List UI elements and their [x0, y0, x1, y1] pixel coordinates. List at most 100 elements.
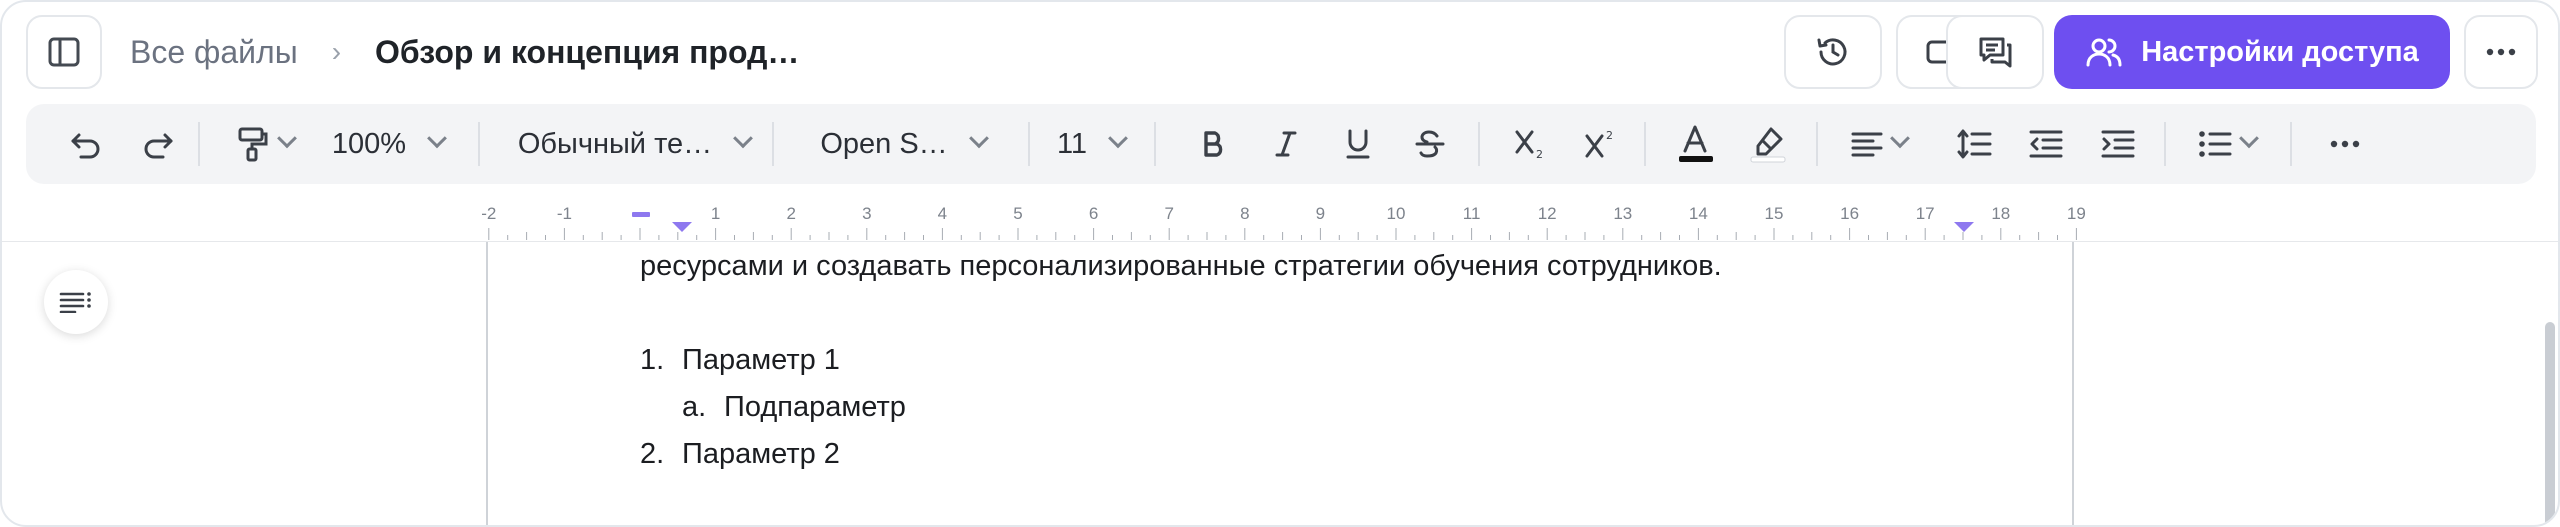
document-outline-button[interactable]	[44, 270, 108, 334]
ruler-number: 13	[1613, 204, 1633, 223]
comments-button[interactable]	[1946, 15, 2044, 89]
toolbar-divider	[772, 122, 774, 166]
more-icon	[2330, 140, 2360, 148]
font-size-value: 11	[1056, 127, 1088, 160]
redo-icon	[144, 133, 173, 159]
list-style-select[interactable]	[2184, 104, 2270, 184]
history-icon	[1817, 38, 1847, 66]
list-item[interactable]: 1. Параметр 1	[640, 344, 840, 377]
ruler-number: 14	[1688, 204, 1708, 223]
highlighter-icon	[1750, 127, 1786, 163]
paragraph[interactable]: ресурсами и создавать персонализированны…	[640, 250, 1722, 283]
text-align-select[interactable]	[1836, 104, 1922, 184]
toolbar-divider	[1028, 122, 1030, 166]
text-color-icon	[1679, 125, 1713, 162]
line-spacing-icon	[1957, 129, 1992, 159]
paragraph-style-value: Обычный те…	[517, 127, 713, 160]
chevron-down-icon	[427, 128, 447, 149]
chevron-down-icon	[733, 128, 754, 149]
italic-button[interactable]	[1256, 104, 1316, 184]
list-marker: a.	[682, 391, 707, 423]
undo-icon	[71, 133, 100, 159]
highlight-color-button[interactable]	[1738, 104, 1798, 184]
font-family-select[interactable]: Open S…	[798, 104, 1008, 184]
ruler-number: 6	[1088, 204, 1099, 223]
ruler-number: 10	[1386, 204, 1406, 223]
horizontal-ruler[interactable]: -2 -1 1 2 3 4 5 6 7 8 9 10 11 12 13 14 15 16 17 18 19	[2, 202, 2558, 242]
toolbar-divider	[198, 122, 200, 166]
format-painter-button[interactable]	[222, 104, 308, 184]
history-button[interactable]	[1784, 15, 1882, 89]
document-canvas[interactable]: ресурсами и создавать персонализированны…	[2, 242, 2558, 525]
share-settings-button[interactable]: Настройки доступа	[2054, 15, 2450, 89]
ruler-number: 4	[937, 204, 948, 223]
zoom-select[interactable]: 100%	[326, 104, 450, 184]
chevron-down-icon	[1890, 128, 1910, 149]
text-color-button[interactable]	[1666, 104, 1726, 184]
undo-button[interactable]	[56, 104, 116, 184]
indent-marker[interactable]	[632, 212, 650, 217]
font-family-value: Open S…	[820, 127, 948, 160]
chevron-down-icon	[277, 128, 297, 149]
underline-icon	[1346, 129, 1370, 159]
document-title[interactable]: Обзор и концепция прод…	[375, 34, 799, 71]
list-item[interactable]: a. Подпараметр	[682, 391, 906, 424]
outline-icon	[59, 292, 91, 313]
subscript-button[interactable]: 2	[1498, 104, 1564, 184]
right-margin-marker[interactable]	[1954, 222, 1974, 232]
editor-window: Все файлы › Обзор и концепция прод… Наст…	[0, 0, 2560, 527]
bullet-list-icon	[2199, 131, 2232, 157]
breadcrumb-all-files[interactable]: Все файлы	[130, 34, 298, 71]
vertical-scrollbar[interactable]	[2545, 322, 2555, 525]
ruler-number: 7	[1164, 204, 1174, 223]
ruler-number: 19	[2066, 204, 2086, 223]
bold-button[interactable]	[1184, 104, 1244, 184]
font-size-select[interactable]: 11	[1046, 104, 1136, 184]
superscript-icon: 2	[1585, 129, 1613, 158]
indent-icon	[2101, 130, 2135, 158]
list-item[interactable]: 2. Параметр 2	[640, 438, 840, 471]
comments-icon	[1979, 37, 2012, 68]
toolbar-divider	[2290, 122, 2292, 166]
users-icon	[2086, 38, 2122, 67]
more-options-button[interactable]	[2464, 15, 2538, 89]
left-margin-marker[interactable]	[672, 222, 692, 232]
ruler-number: -2	[481, 204, 497, 223]
formatting-toolbar: 100% Обычный те… Open S… 11 2 2	[26, 104, 2536, 184]
ruler-number: 3	[862, 204, 872, 223]
page-left-edge	[486, 242, 488, 525]
italic-icon	[1275, 131, 1297, 157]
paragraph-style-select[interactable]: Обычный те…	[506, 104, 762, 184]
list-item-text: Параметр 1	[682, 344, 840, 376]
chevron-down-icon	[968, 128, 989, 149]
ruler-number: 12	[1537, 204, 1557, 223]
toolbar-divider	[2164, 122, 2166, 166]
strikethrough-icon	[1415, 130, 1445, 158]
align-left-icon	[1851, 132, 1883, 157]
list-item-text: Подпараметр	[724, 391, 906, 423]
line-spacing-button[interactable]	[1944, 104, 2004, 184]
toolbar-divider	[1154, 122, 1156, 166]
ruler-ticks	[488, 228, 2077, 240]
list-marker: 1.	[640, 344, 665, 376]
outdent-button[interactable]	[2016, 104, 2076, 184]
breadcrumb-separator: ›	[331, 36, 342, 67]
sidebar-toggle-button[interactable]	[26, 15, 102, 89]
ruler-number: 17	[1915, 204, 1935, 223]
superscript-button[interactable]: 2	[1568, 104, 1634, 184]
strikethrough-button[interactable]	[1400, 104, 1460, 184]
svg-text:2: 2	[1536, 148, 1543, 160]
indent-button[interactable]	[2088, 104, 2148, 184]
subscript-icon: 2	[1515, 130, 1543, 160]
bold-icon	[1204, 131, 1223, 157]
redo-button[interactable]	[128, 104, 188, 184]
chevron-down-icon	[1108, 128, 1128, 149]
ruler-number: 15	[1764, 204, 1784, 223]
list-marker: 2.	[640, 438, 665, 470]
outdent-icon	[2029, 130, 2063, 158]
toolbar-divider	[1478, 122, 1480, 166]
underline-button[interactable]	[1328, 104, 1388, 184]
ruler-number: 11	[1462, 204, 1481, 223]
breadcrumb: Все файлы › Обзор и концепция прод…	[130, 2, 799, 102]
more-formatting-button[interactable]	[2310, 104, 2380, 184]
